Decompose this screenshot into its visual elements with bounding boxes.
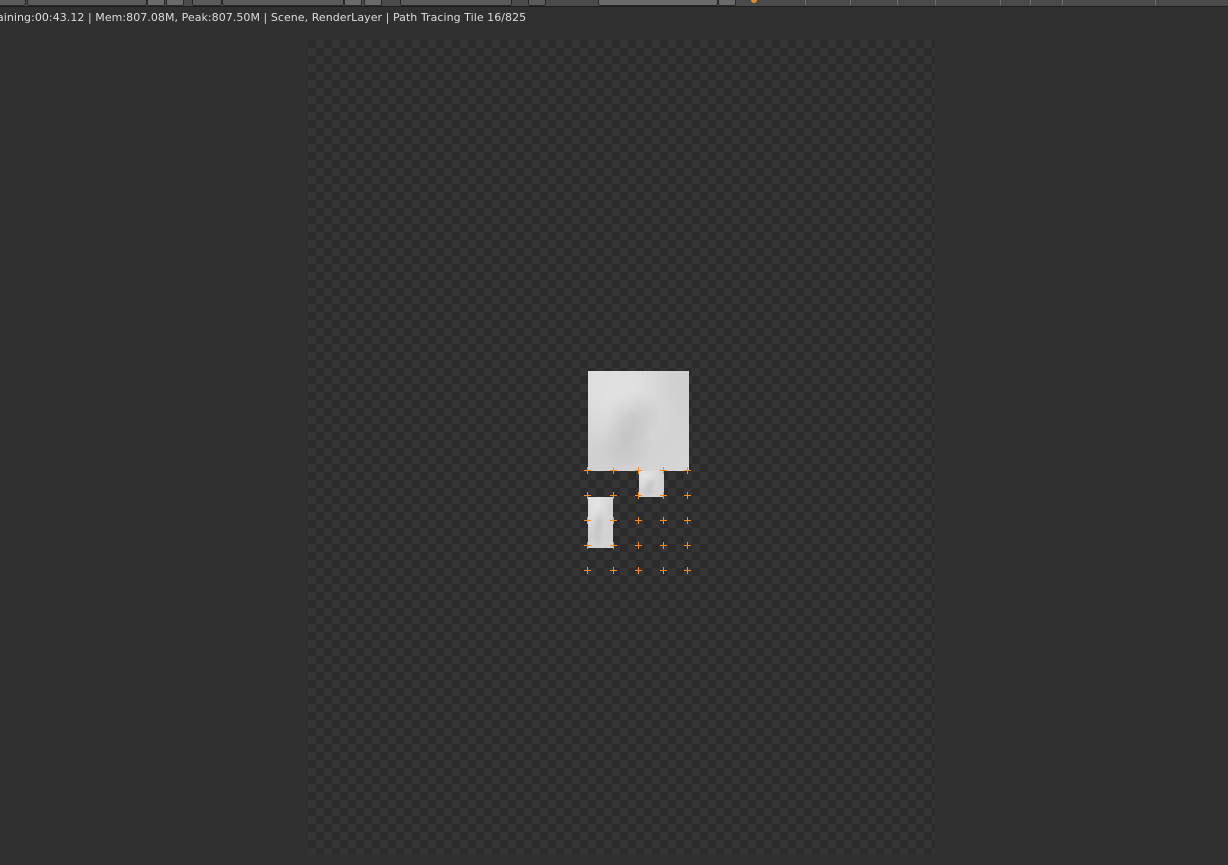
render-stats-text: aining:00:43.12 | Mem:807.08M, Peak:807.… <box>0 11 527 24</box>
header-button[interactable] <box>344 0 362 6</box>
tile-crosshair-icon <box>584 517 591 524</box>
tile-crosshair-icon <box>684 467 691 474</box>
top-header <box>0 0 1228 7</box>
header-divider <box>1030 0 1031 5</box>
render-info-bar: aining:00:43.12 | Mem:807.08M, Peak:807.… <box>0 7 1228 29</box>
image-name-field[interactable] <box>27 0 147 6</box>
tile-crosshair-icon <box>584 492 591 499</box>
header-divider <box>897 0 898 5</box>
tile-crosshair-icon <box>635 567 642 574</box>
tile-crosshair-icon <box>610 567 617 574</box>
tile-crosshair-icon <box>635 467 642 474</box>
header-button[interactable] <box>147 0 165 6</box>
header-divider <box>850 0 851 5</box>
render-canvas[interactable] <box>308 40 935 855</box>
header-button[interactable] <box>364 0 382 6</box>
slot-field[interactable] <box>222 0 344 6</box>
header-divider <box>1000 0 1001 5</box>
tile-crosshair-icon <box>684 492 691 499</box>
header-menu[interactable] <box>192 0 222 6</box>
tile-crosshair-icon <box>660 492 667 499</box>
tile-crosshair-icon <box>610 467 617 474</box>
image-editor-window: aining:00:43.12 | Mem:807.08M, Peak:807.… <box>0 0 1228 865</box>
tile-crosshair-icon <box>584 467 591 474</box>
tile-crosshair-icon <box>635 492 642 499</box>
tile-crosshair-icon <box>635 542 642 549</box>
tile-crosshair-icon <box>610 517 617 524</box>
header-button[interactable] <box>718 0 736 6</box>
tile-crosshair-icon <box>660 517 667 524</box>
layer-dropdown[interactable] <box>400 0 512 6</box>
record-dot-icon <box>751 0 757 3</box>
header-divider <box>935 0 936 5</box>
tile-crosshair-icon <box>610 492 617 499</box>
header-divider <box>1155 0 1156 5</box>
tile-crosshair-icon <box>635 517 642 524</box>
header-icon-button[interactable] <box>528 0 546 6</box>
tile-crosshair-icon <box>584 542 591 549</box>
tile-crosshair-icon <box>684 567 691 574</box>
tile-crosshair-icon <box>610 542 617 549</box>
tile-crosshair-icon <box>660 542 667 549</box>
tile-crosshair-icon <box>660 467 667 474</box>
editor-type-menu[interactable] <box>0 0 26 6</box>
pass-field[interactable] <box>598 0 718 6</box>
tile-crosshair-icon <box>684 542 691 549</box>
header-divider <box>805 0 806 5</box>
rendered-tile <box>588 371 689 471</box>
tile-crosshair-icon <box>660 567 667 574</box>
header-button[interactable] <box>166 0 184 6</box>
tile-crosshair-icon <box>684 517 691 524</box>
tile-crosshair-icon <box>584 567 591 574</box>
header-divider <box>1062 0 1063 5</box>
